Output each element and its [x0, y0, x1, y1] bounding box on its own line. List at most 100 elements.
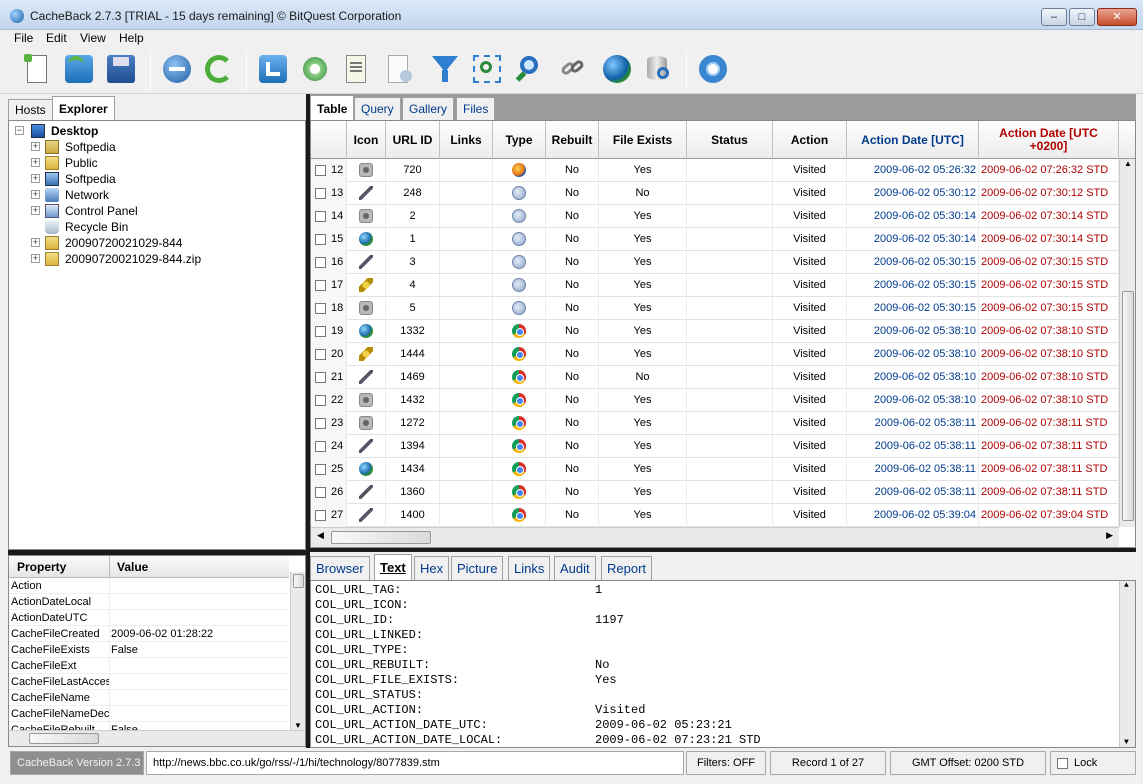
new-case-icon[interactable] [20, 52, 54, 86]
tree-item[interactable]: + Control Panel [31, 203, 291, 219]
tree-item[interactable]: +20090720021029-844.zip [31, 251, 291, 267]
row-checkbox[interactable] [315, 418, 326, 429]
report-icon[interactable] [382, 52, 416, 86]
scroll-right-icon[interactable]: ▶ [1106, 530, 1113, 541]
collapse-icon[interactable]: − [15, 126, 24, 135]
property-row[interactable]: ActionDateUTC [9, 610, 289, 626]
web-globe-icon[interactable] [600, 52, 634, 86]
row-selector[interactable]: 18 [311, 297, 347, 320]
table-horizontal-scrollbar[interactable]: ◀ ▶ [311, 527, 1119, 547]
header-action-date-utc[interactable]: Action Date [UTC] [847, 121, 979, 159]
row-checkbox[interactable] [315, 372, 326, 383]
settings-icon[interactable] [298, 52, 332, 86]
expand-icon[interactable]: + [31, 174, 40, 183]
row-checkbox[interactable] [315, 234, 326, 245]
table-row[interactable]: 23 1272 No Yes Visited 2009-06-02 05:38:11 200… [311, 412, 1119, 435]
text-view[interactable]: COL_URL_TAG: 1 COL_URL_ICON: COL_URL_ID: 119… [310, 580, 1136, 748]
menu-view[interactable]: View [80, 31, 106, 45]
tab-hex[interactable]: Hex [414, 556, 450, 580]
table-row[interactable]: 15 1 No Yes Visited 2009-06-02 05:30:14 2009-0… [311, 228, 1119, 251]
refresh-icon[interactable] [202, 52, 236, 86]
tab-hosts[interactable]: Hosts [8, 99, 53, 120]
scroll-thumb[interactable] [293, 574, 304, 588]
table-row[interactable]: 27 1400 No Yes Visited 2009-06-02 05:39:04 200… [311, 504, 1119, 527]
row-selector[interactable]: 15 [311, 228, 347, 251]
expand-icon[interactable]: + [31, 190, 40, 199]
expand-icon[interactable]: + [31, 206, 40, 215]
expand-icon[interactable]: + [31, 238, 40, 247]
scroll-down-icon[interactable]: ▼ [294, 721, 302, 730]
scroll-thumb[interactable] [29, 733, 99, 744]
row-selector[interactable]: 22 [311, 389, 347, 412]
table-row[interactable]: 19 1332 No Yes Visited 2009-06-02 05:38:10 200… [311, 320, 1119, 343]
row-checkbox[interactable] [315, 487, 326, 498]
open-case-icon[interactable] [62, 52, 96, 86]
header-file-exists[interactable]: File Exists [599, 121, 687, 159]
table-row[interactable]: 21 1469 No No Visited 2009-06-02 05:38:10 2009… [311, 366, 1119, 389]
property-row[interactable]: CacheFileLastAcces [9, 674, 289, 690]
table-row[interactable]: 12 720 No Yes Visited 2009-06-02 05:26:32 2009… [311, 159, 1119, 182]
row-checkbox[interactable] [315, 257, 326, 268]
tab-gallery[interactable]: Gallery [402, 97, 455, 120]
row-selector[interactable]: 21 [311, 366, 347, 389]
tab-files[interactable]: Files [456, 97, 496, 120]
table-row[interactable]: 18 5 No Yes Visited 2009-06-02 05:30:15 2009-0… [311, 297, 1119, 320]
header-rebuilt[interactable]: Rebuilt [546, 121, 599, 159]
menu-help[interactable]: Help [119, 31, 144, 45]
row-checkbox[interactable] [315, 349, 326, 360]
row-selector[interactable]: 27 [311, 504, 347, 527]
row-selector[interactable]: 19 [311, 320, 347, 343]
export-icon[interactable] [256, 52, 290, 86]
property-row[interactable]: CacheFileName [9, 690, 289, 706]
row-checkbox[interactable] [315, 280, 326, 291]
tab-text[interactable]: Text [374, 554, 412, 580]
row-selector[interactable]: 17 [311, 274, 347, 297]
expand-icon[interactable]: + [31, 142, 40, 151]
minimize-button[interactable]: – [1041, 8, 1067, 26]
property-row[interactable]: Action [9, 578, 289, 594]
maximize-button[interactable]: □ [1069, 8, 1095, 26]
row-checkbox[interactable] [315, 395, 326, 406]
table-row[interactable]: 26 1360 No Yes Visited 2009-06-02 05:38:11 200… [311, 481, 1119, 504]
menu-edit[interactable]: Edit [46, 31, 67, 45]
header-icon[interactable]: Icon [347, 121, 386, 159]
lock-checkbox[interactable]: Lock [1050, 751, 1136, 775]
header-url-id[interactable]: URL ID [386, 121, 440, 159]
table-row[interactable]: 14 2 No Yes Visited 2009-06-02 05:30:14 2009-0… [311, 205, 1119, 228]
property-vertical-scrollbar[interactable]: ▲ ▼ [290, 572, 305, 730]
row-checkbox[interactable] [315, 211, 326, 222]
header-type[interactable]: Type [493, 121, 546, 159]
row-checkbox[interactable] [315, 165, 326, 176]
tree-item[interactable]: Recycle Bin [31, 219, 291, 235]
tree-item[interactable]: + Public [31, 155, 291, 171]
row-selector[interactable]: 16 [311, 251, 347, 274]
help-lifebuoy-icon[interactable] [696, 52, 730, 86]
tab-report[interactable]: Report [601, 556, 653, 580]
tree-item[interactable]: + Network [31, 187, 291, 203]
database-search-icon[interactable] [642, 52, 676, 86]
header-action-date-local[interactable]: Action Date [UTC +0200] [979, 121, 1119, 159]
row-checkbox[interactable] [315, 188, 326, 199]
save-case-icon[interactable] [104, 52, 138, 86]
row-selector[interactable]: 25 [311, 458, 347, 481]
tab-table[interactable]: Table [310, 95, 355, 121]
table-row[interactable]: 17 4 No Yes Visited 2009-06-02 05:30:15 2009-0… [311, 274, 1119, 297]
scroll-up-icon[interactable]: ▲ [1124, 581, 1129, 590]
scroll-up-icon[interactable]: ▲ [1124, 159, 1132, 168]
tab-query[interactable]: Query [354, 97, 401, 120]
notes-icon[interactable] [340, 52, 374, 86]
table-row[interactable]: 24 1394 No Yes Visited 2009-06-02 05:38:11 200… [311, 435, 1119, 458]
row-selector[interactable]: 20 [311, 343, 347, 366]
tab-browser[interactable]: Browser [310, 556, 370, 580]
row-selector[interactable]: 13 [311, 182, 347, 205]
property-horizontal-scrollbar[interactable] [9, 730, 305, 746]
property-row[interactable]: CacheFileCreated 2009-06-02 01:28:22 [9, 626, 289, 642]
row-checkbox[interactable] [315, 464, 326, 475]
row-selector[interactable]: 12 [311, 159, 347, 182]
header-status[interactable]: Status [687, 121, 773, 159]
row-selector[interactable]: 26 [311, 481, 347, 504]
table-row[interactable]: 16 3 No Yes Visited 2009-06-02 05:30:15 2009-0… [311, 251, 1119, 274]
property-row[interactable]: CacheFileNameDecc [9, 706, 289, 722]
row-checkbox[interactable] [315, 326, 326, 337]
link-icon[interactable] [556, 52, 590, 86]
